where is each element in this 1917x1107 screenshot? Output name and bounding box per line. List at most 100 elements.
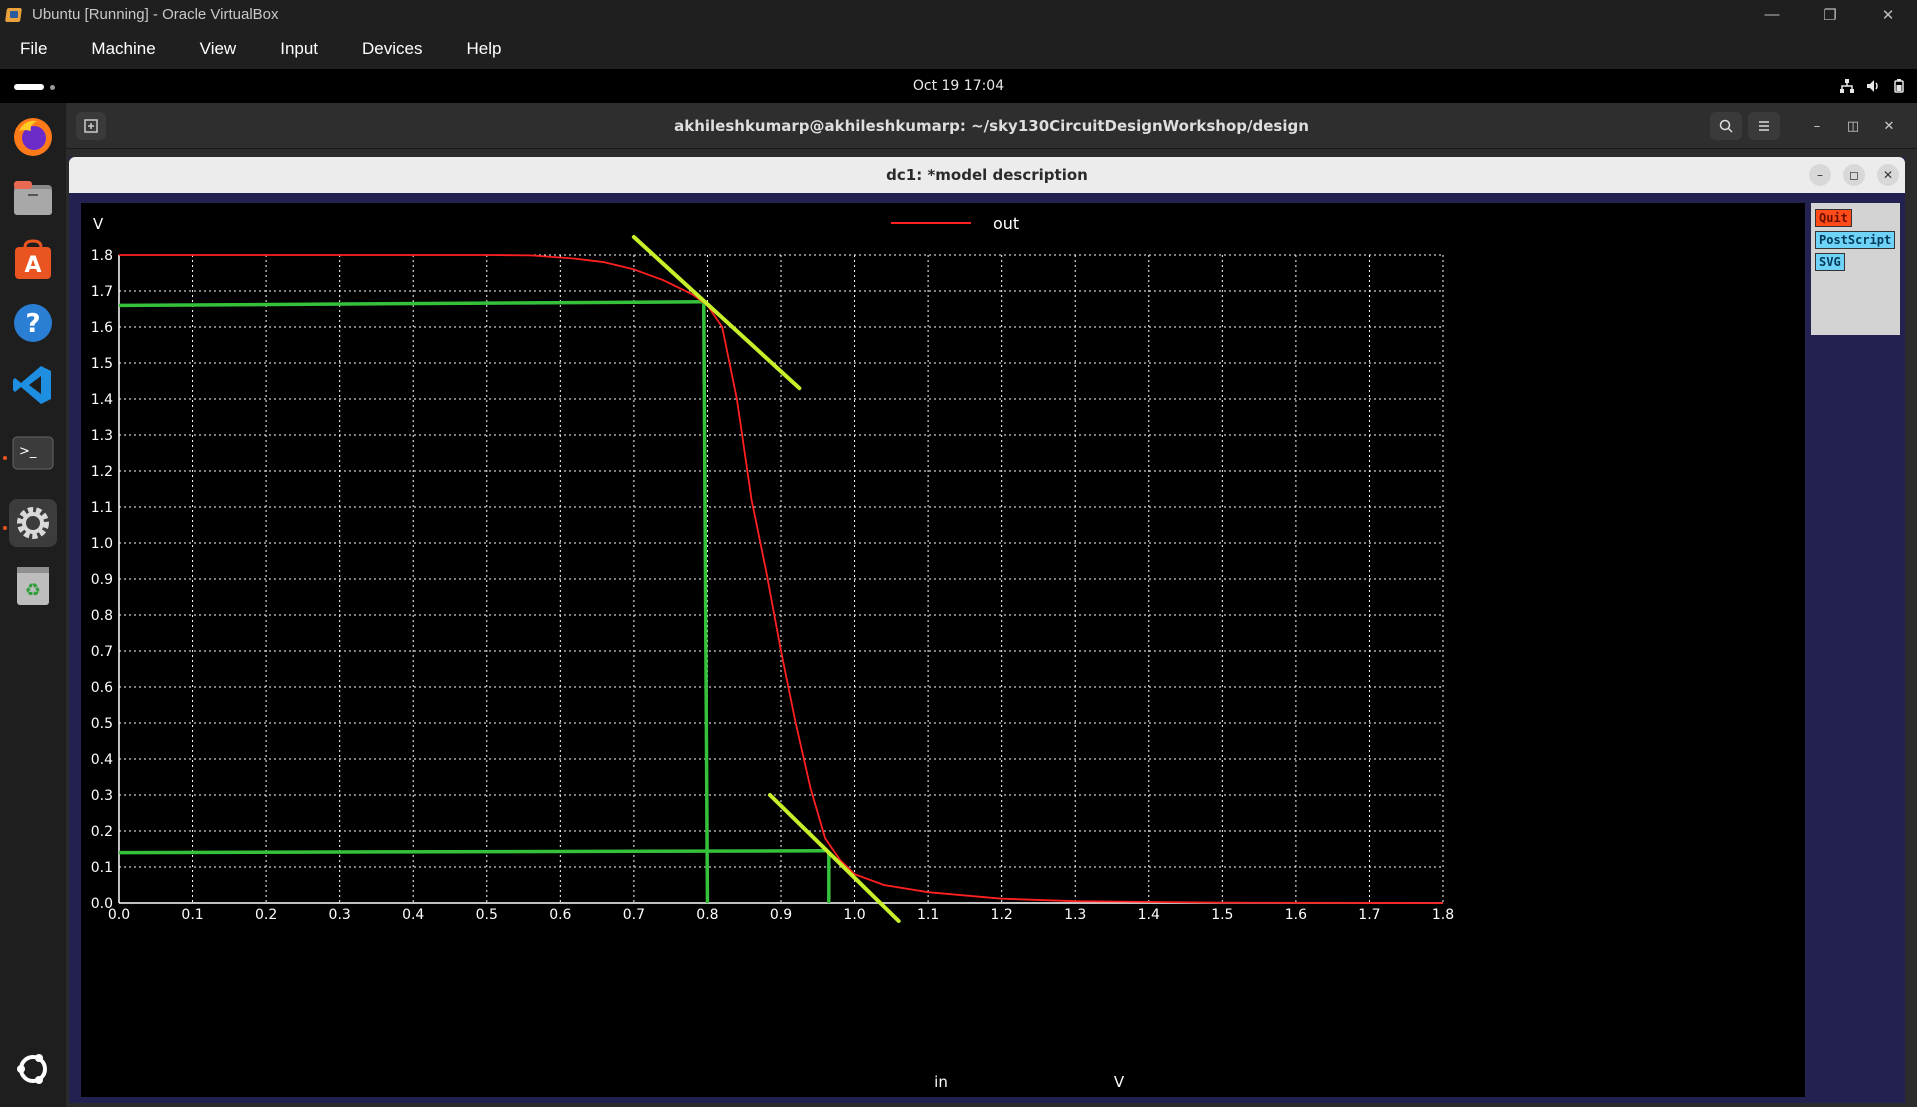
svg-text:?: ?: [25, 309, 40, 339]
app-center-icon[interactable]: A: [9, 237, 57, 285]
terminal-close-icon[interactable]: ✕: [1878, 115, 1900, 137]
y-tick-label: 1.0: [91, 536, 113, 552]
new-tab-button[interactable]: [76, 112, 106, 140]
running-indicator: [3, 456, 7, 460]
tick-labels: 0.0 0.1 0.2 0.3 0.4 0.5 0.6 0.7 0.8 0.9 1.0 1.1 1.2 1…: [91, 248, 1454, 923]
y-tick-label: 1.6: [91, 320, 113, 336]
tangent-line: [767, 793, 901, 923]
marker-lines: [118, 300, 831, 904]
x-tick-label: 1.0: [843, 907, 865, 923]
y-tick-label: 0.0: [91, 896, 113, 912]
x-axis-label: in: [934, 1073, 948, 1091]
y-tick-label: 0.4: [91, 752, 113, 768]
x-tick-label: 0.5: [476, 907, 498, 923]
dc-transfer-chart: 0.0 0.1 0.2 0.3 0.4 0.5 0.6 0.7 0.8 0.9 1.0 1.1 1.2 1…: [91, 214, 1454, 1091]
marker-line: [118, 849, 826, 855]
y-tick-label: 0.8: [91, 608, 113, 624]
x-axis-unit: V: [1114, 1073, 1125, 1091]
y-axis-unit: V: [93, 215, 104, 233]
x-tick-label: 0.2: [255, 907, 277, 923]
plot-maximize-icon[interactable]: ◻: [1843, 164, 1865, 186]
firefox-icon[interactable]: [9, 113, 57, 161]
y-tick-label: 0.7: [91, 644, 113, 660]
marker-line: [118, 300, 704, 308]
svg-button[interactable]: SVG: [1815, 253, 1845, 271]
legend: out: [891, 214, 1019, 233]
new-tab-icon: [84, 119, 98, 133]
menu-input[interactable]: Input: [258, 39, 340, 59]
menu-button[interactable]: [1748, 112, 1780, 140]
files-icon[interactable]: [9, 175, 57, 223]
ubuntu-dock: A ? >_ ♻: [0, 103, 66, 1107]
y-tick-label: 1.5: [91, 356, 113, 372]
terminal-maximize-icon[interactable]: ◫: [1842, 115, 1864, 137]
svg-text:A: A: [24, 253, 41, 278]
menu-view[interactable]: View: [178, 39, 259, 59]
ubuntu-logo-icon[interactable]: [9, 1045, 57, 1093]
tangent-line: [631, 235, 802, 391]
menu-help[interactable]: Help: [445, 39, 524, 59]
network-icon: [1840, 79, 1854, 93]
y-tick-label: 1.1: [91, 500, 113, 516]
plot-window-title: dc1: *model description: [886, 166, 1088, 184]
menu-machine[interactable]: Machine: [69, 39, 177, 59]
x-tick-label: 0.9: [770, 907, 792, 923]
y-tick-label: 1.8: [91, 248, 113, 264]
terminal-minimize-icon[interactable]: –: [1806, 115, 1828, 137]
plot-minimize-icon[interactable]: –: [1809, 164, 1831, 186]
virtualbox-icon: [4, 5, 24, 25]
ubuntu-top-bar: Oct 19 17:04: [0, 69, 1917, 103]
host-title-bar: Ubuntu [Running] - Oracle VirtualBox — ❐…: [0, 0, 1917, 29]
x-tick-label: 1.4: [1138, 907, 1160, 923]
x-tick-label: 0.3: [329, 907, 351, 923]
plot-close-icon[interactable]: ✕: [1877, 164, 1899, 186]
terminal-icon[interactable]: >_: [9, 429, 57, 477]
close-icon[interactable]: ✕: [1859, 0, 1917, 29]
restore-icon[interactable]: ❐: [1801, 0, 1859, 29]
x-tick-label: 0.6: [549, 907, 571, 923]
x-tick-label: 1.3: [1064, 907, 1086, 923]
y-tick-label: 0.1: [91, 860, 113, 876]
minimize-icon[interactable]: —: [1743, 0, 1801, 29]
y-tick-label: 0.9: [91, 572, 113, 588]
x-tick-label: 1.8: [1432, 907, 1454, 923]
x-tick-label: 1.5: [1211, 907, 1233, 923]
x-tick-label: 1.2: [991, 907, 1013, 923]
menu-file[interactable]: File: [0, 39, 69, 59]
trash-icon[interactable]: ♻: [9, 561, 57, 609]
y-tick-label: 1.3: [91, 428, 113, 444]
x-tick-label: 1.1: [917, 907, 939, 923]
search-icon: [1719, 119, 1733, 133]
y-tick-label: 0.6: [91, 680, 113, 696]
clock[interactable]: Oct 19 17:04: [913, 78, 1004, 94]
y-tick-label: 1.4: [91, 392, 113, 408]
plot-area[interactable]: 0.0 0.1 0.2 0.3 0.4 0.5 0.6 0.7 0.8 0.9 1.0 1.1 1.2 1…: [81, 203, 1805, 1097]
power-icon: [1894, 79, 1904, 93]
x-tick-label: 0.4: [402, 907, 424, 923]
terminal-title: akhileshkumarp@akhileshkumarp: ~/sky130C…: [674, 116, 1309, 135]
plot-side-panel: Quit PostScript SVG: [1811, 203, 1900, 335]
running-indicator: [3, 526, 7, 530]
vscode-icon[interactable]: [9, 361, 57, 409]
plot-window-titlebar: dc1: *model description – ◻ ✕: [69, 157, 1905, 193]
marker-line: [702, 301, 710, 904]
hamburger-icon: [1759, 121, 1769, 131]
host-window-controls: — ❐ ✕: [1743, 0, 1917, 29]
svg-text:♻: ♻: [25, 580, 41, 601]
legend-label-out: out: [993, 214, 1019, 233]
system-tray[interactable]: [1839, 69, 1907, 103]
y-tick-label: 0.2: [91, 824, 113, 840]
quit-button[interactable]: Quit: [1815, 209, 1852, 227]
help-icon[interactable]: ?: [9, 299, 57, 347]
activities-indicator[interactable]: [14, 84, 55, 90]
x-tick-label: 1.6: [1285, 907, 1307, 923]
terminal-header: akhileshkumarp@akhileshkumarp: ~/sky130C…: [66, 103, 1917, 149]
menu-devices[interactable]: Devices: [340, 39, 444, 59]
x-tick-label: 1.7: [1358, 907, 1380, 923]
search-button[interactable]: [1710, 112, 1742, 140]
host-menu-bar: File Machine View Input Devices Help: [0, 29, 1917, 69]
y-tick-label: 0.3: [91, 788, 113, 804]
host-window-title: Ubuntu [Running] - Oracle VirtualBox: [32, 6, 279, 23]
postscript-button[interactable]: PostScript: [1815, 231, 1896, 249]
settings-icon[interactable]: [9, 499, 57, 547]
